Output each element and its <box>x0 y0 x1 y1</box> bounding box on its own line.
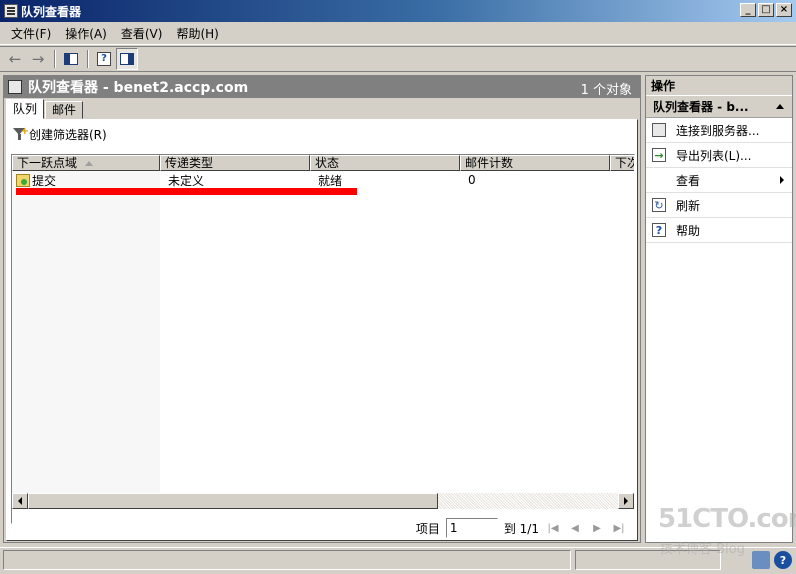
action-label: 刷新 <box>676 198 701 213</box>
watermark-logo: 51CTO.com <box>658 504 796 534</box>
actions-pane: 操作 队列查看器 - b... 连接到服务器... → 导出列表(L)... 查… <box>645 75 793 543</box>
queue-ready-icon <box>16 173 30 187</box>
column-label: 下一跃点域 <box>17 156 78 170</box>
pager: 项目 到 1/1 |◀ ◀ ▶ ▶| <box>416 518 627 538</box>
cell-message-count: 0 <box>468 173 476 187</box>
previous-page-icon[interactable]: ◀ <box>567 520 583 536</box>
column-next-retry[interactable]: 下次 <box>610 155 634 171</box>
refresh-icon: ↻ <box>652 198 666 212</box>
help-icon: ? <box>97 52 111 66</box>
help-icon[interactable]: ? <box>774 551 792 569</box>
back-arrow-icon[interactable]: ← <box>4 48 26 70</box>
scroll-thumb[interactable] <box>28 493 438 509</box>
menu-action[interactable]: 操作(A) <box>58 25 114 43</box>
toolbar: ← → ? <box>0 46 796 72</box>
show-hide-console-tree-button[interactable] <box>60 48 82 70</box>
object-count: 1 个对象 <box>580 83 632 98</box>
menu-help[interactable]: 帮助(H) <box>169 25 225 43</box>
tab-content: + 创建筛选器(R) 下一跃点域 传递类型 状态 邮件计数 下次 提交 <box>6 119 638 541</box>
column-next-hop-domain[interactable]: 下一跃点域 <box>12 155 160 171</box>
queue-viewer-icon <box>4 4 18 18</box>
filter-icon: + <box>13 126 29 141</box>
actions-header: 操作 <box>646 76 792 96</box>
action-label: 导出列表(L)... <box>676 148 752 163</box>
page-number-input[interactable] <box>445 518 498 538</box>
submenu-arrow-icon <box>780 176 784 184</box>
action-export-list[interactable]: → 导出列表(L)... <box>646 143 792 168</box>
window-title: 队列查看器 <box>21 4 82 19</box>
page-range-label: 到 1/1 <box>503 521 539 536</box>
horizontal-scrollbar[interactable] <box>12 493 634 509</box>
table-row[interactable]: 提交 未定义 就绪 0 <box>12 172 610 188</box>
cell-delivery-type: 未定义 <box>168 173 205 188</box>
blank-icon <box>652 173 666 187</box>
action-help[interactable]: ? 帮助 <box>646 218 792 243</box>
collapse-arrow-icon <box>776 104 784 109</box>
help-icon: ? <box>652 223 666 237</box>
pane-title: 队列查看器 - benet2.accp.com <box>28 80 249 96</box>
actions-section-header[interactable]: 队列查看器 - b... <box>646 96 792 118</box>
minimize-button[interactable]: _ <box>740 3 756 17</box>
action-refresh[interactable]: ↻ 刷新 <box>646 193 792 218</box>
action-label: 查看 <box>676 173 701 188</box>
title-bar: 队列查看器 _ □ × <box>0 0 796 22</box>
toolbar-separator <box>54 50 56 68</box>
queue-viewer-icon <box>8 80 22 94</box>
console-tree-icon <box>64 53 78 65</box>
help-button[interactable]: ? <box>93 48 115 70</box>
maximize-button[interactable]: □ <box>758 3 774 17</box>
network-icon[interactable] <box>752 551 770 569</box>
sort-ascending-icon <box>85 161 93 166</box>
items-label: 项目 <box>415 521 440 536</box>
system-tray: ? <box>752 551 792 569</box>
menu-view[interactable]: 查看(V) <box>114 25 170 43</box>
scroll-right-button[interactable] <box>618 493 634 509</box>
server-icon <box>652 123 666 137</box>
sorted-column-highlight <box>12 171 160 493</box>
first-page-icon[interactable]: |◀ <box>545 520 561 536</box>
action-pane-icon <box>120 53 134 65</box>
status-panel-main <box>3 550 571 570</box>
column-delivery-type[interactable]: 传递类型 <box>160 155 310 171</box>
watermark-subtitle: 技术博客 Blog <box>660 542 745 557</box>
last-page-icon[interactable]: ▶| <box>611 520 627 536</box>
redaction-mark <box>16 188 357 195</box>
forward-arrow-icon[interactable]: → <box>27 48 49 70</box>
scroll-track[interactable] <box>438 493 618 509</box>
menu-bar: 文件(F) 操作(A) 查看(V) 帮助(H) <box>0 23 796 45</box>
queue-pane: 队列查看器 - benet2.accp.com 1 个对象 队列 邮件 + 创建… <box>3 75 641 543</box>
queue-list[interactable]: 下一跃点域 传递类型 状态 邮件计数 下次 提交 未定义 就绪 0 <box>11 154 635 524</box>
window-controls: _ □ × <box>740 3 792 17</box>
cell-status: 就绪 <box>318 173 343 188</box>
list-header: 下一跃点域 传递类型 状态 邮件计数 下次 <box>12 155 634 171</box>
cell-domain: 提交 <box>12 172 160 189</box>
scroll-left-button[interactable] <box>12 493 28 509</box>
left-arrow-icon <box>18 497 22 505</box>
action-label: 连接到服务器... <box>676 123 760 138</box>
action-label: 帮助 <box>676 223 701 238</box>
next-page-icon[interactable]: ▶ <box>589 520 605 536</box>
pane-header: 队列查看器 - benet2.accp.com 1 个对象 <box>4 76 640 98</box>
create-filter-label: 创建筛选器(R) <box>29 128 107 142</box>
tab-messages[interactable]: 邮件 <box>45 101 84 119</box>
domain-text: 提交 <box>32 173 57 188</box>
menu-file[interactable]: 文件(F) <box>4 25 58 43</box>
tab-strip: 队列 邮件 <box>6 99 84 119</box>
export-arrow-icon: → <box>652 148 666 162</box>
column-status[interactable]: 状态 <box>310 155 460 171</box>
create-filter-button[interactable]: + 创建筛选器(R) <box>13 126 107 143</box>
section-title: 队列查看器 - b... <box>653 100 749 114</box>
show-hide-action-pane-button[interactable] <box>116 48 138 70</box>
action-view[interactable]: 查看 <box>646 168 792 193</box>
right-arrow-icon <box>624 497 628 505</box>
close-button[interactable]: × <box>776 3 792 17</box>
column-message-count[interactable]: 邮件计数 <box>460 155 610 171</box>
action-connect-to-server[interactable]: 连接到服务器... <box>646 118 792 143</box>
toolbar-separator <box>87 50 89 68</box>
tab-queues[interactable]: 队列 <box>6 99 45 119</box>
